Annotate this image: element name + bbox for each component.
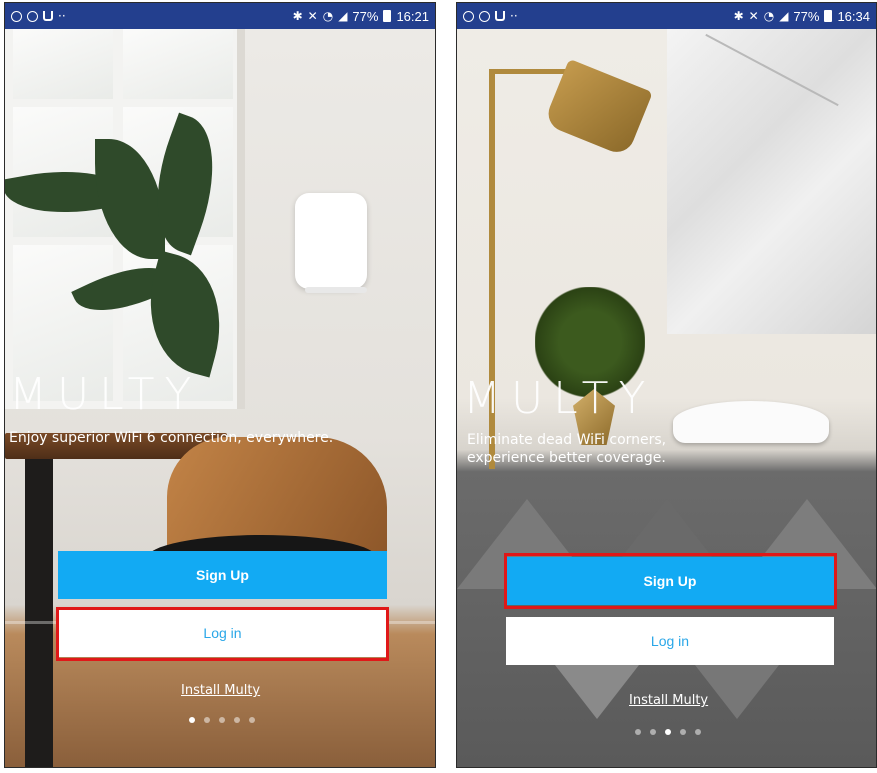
cup-icon [495, 11, 505, 21]
status-right: ✱ ✕ ◔ ◢ 77% 16:34 [734, 9, 870, 24]
router-device [295, 193, 367, 289]
status-left: ·· [11, 9, 66, 23]
phone-screen-2: ·· ✱ ✕ ◔ ◢ 77% 16:34 MULTY Eliminate dea… [456, 2, 877, 768]
install-multy-link[interactable]: Install Multy [629, 693, 708, 708]
brand-logo: MULTY [9, 369, 202, 420]
more-icon: ·· [58, 9, 66, 23]
page-dot[interactable] [249, 717, 255, 723]
tagline: Eliminate dead WiFi corners, experience … [467, 432, 667, 466]
signal-icon: ◢ [338, 9, 348, 23]
phone-screen-1: ·· ✱ ✕ ◔ ◢ 77% 16:21 MULTY Enjoy superio… [4, 2, 436, 768]
status-right: ✱ ✕ ◔ ◢ 77% 16:21 [293, 9, 429, 24]
page-dot[interactable] [234, 717, 240, 723]
battery-percent: 77% [352, 8, 379, 24]
page-dot[interactable] [635, 729, 641, 735]
sign-up-button[interactable]: Sign Up [58, 551, 387, 599]
bluetooth-icon: ✱ [292, 9, 303, 23]
wifi-icon: ◔ [322, 9, 334, 23]
wifi-icon: ◔ [763, 9, 775, 23]
page-indicator [189, 717, 255, 723]
log-in-button[interactable]: Log in [58, 609, 387, 657]
notification-icon [463, 10, 474, 22]
more-icon: ·· [510, 9, 518, 23]
page-dot[interactable] [204, 717, 210, 723]
notification-icon [11, 10, 22, 22]
cup-icon [43, 11, 53, 21]
battery-percent: 77% [793, 8, 820, 24]
battery-icon [824, 10, 833, 22]
brand-logo: MULTY [463, 373, 656, 424]
sign-up-button[interactable]: Sign Up [506, 557, 834, 605]
status-left: ·· [463, 9, 518, 23]
mute-icon: ✕ [748, 9, 759, 23]
bluetooth-icon: ✱ [733, 9, 744, 23]
page-dot[interactable] [219, 717, 225, 723]
status-bar: ·· ✱ ✕ ◔ ◢ 77% 16:21 [5, 3, 435, 29]
mute-icon: ✕ [307, 9, 318, 23]
location-icon [479, 10, 490, 22]
signal-icon: ◢ [779, 9, 789, 23]
install-multy-link[interactable]: Install Multy [181, 683, 260, 698]
marble-artwork [667, 29, 876, 334]
page-dot[interactable] [665, 729, 671, 735]
clock: 16:21 [396, 8, 429, 24]
page-indicator [635, 729, 701, 735]
clock: 16:34 [837, 8, 870, 24]
log-in-button[interactable]: Log in [506, 617, 834, 665]
page-dot[interactable] [695, 729, 701, 735]
page-dot[interactable] [680, 729, 686, 735]
page-dot[interactable] [650, 729, 656, 735]
location-icon [27, 10, 38, 22]
status-bar: ·· ✱ ✕ ◔ ◢ 77% 16:34 [457, 3, 876, 29]
battery-icon [383, 10, 392, 22]
page-dot[interactable] [189, 717, 195, 723]
tagline: Enjoy superior WiFi 6 connection, everyw… [9, 430, 334, 446]
